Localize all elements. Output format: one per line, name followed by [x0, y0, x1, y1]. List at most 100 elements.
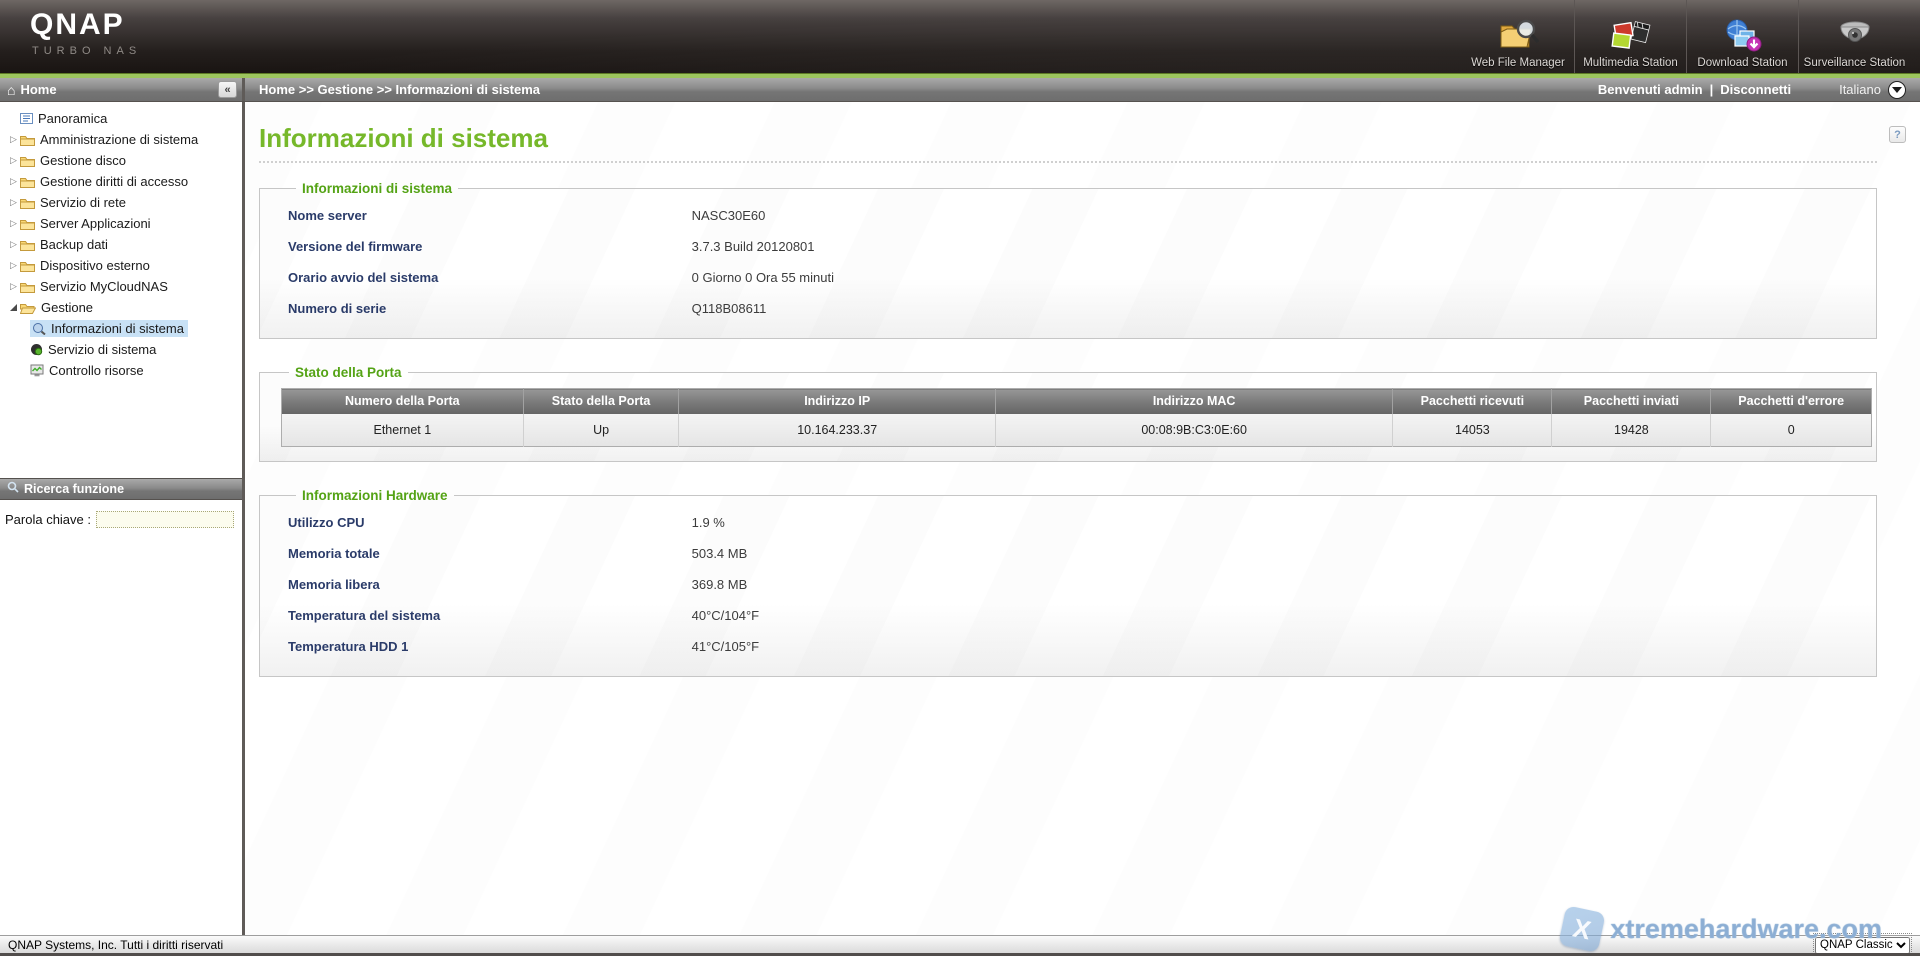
info-value: 3.7.3 Build 20120801 [692, 239, 815, 254]
expand-arrow-icon[interactable]: ▷ [7, 218, 20, 229]
info-label: Temperatura HDD 1 [288, 631, 688, 662]
footer-dark-strip [0, 953, 1920, 956]
station-web-file-manager[interactable]: Web File Manager [1462, 0, 1574, 73]
system-service-icon [30, 343, 43, 356]
section-legend: Informazioni di sistema [296, 181, 458, 196]
info-row: Numero di serie Q118B08611 [288, 293, 1870, 324]
folder-icon [20, 218, 35, 230]
station-surveillance[interactable]: Surveillance Station [1798, 0, 1910, 73]
sidebar-item-label: Server Applicazioni [40, 216, 151, 231]
collapse-arrow-icon[interactable] [7, 304, 20, 311]
column-header: Pacchetti inviati [1552, 389, 1711, 414]
system-info-section: Informazioni di sistema Nome server NASC… [259, 181, 1877, 339]
language-label: Italiano [1839, 82, 1881, 97]
info-row: Versione del firmware 3.7.3 Build 201208… [288, 231, 1870, 262]
home-icon: ⌂ [7, 83, 15, 97]
sidebar-item-amministrazione-di-sistema[interactable]: ▷ Amministrazione di sistema [0, 129, 242, 150]
expand-arrow-icon[interactable]: ▷ [7, 176, 20, 187]
column-header: Pacchetti ricevuti [1393, 389, 1552, 414]
column-header: Pacchetti d'errore [1711, 389, 1872, 414]
sidebar-collapse-button[interactable]: « [218, 81, 237, 98]
info-label: Orario avvio del sistema [288, 262, 688, 293]
sidebar-item-panoramica[interactable]: Panoramica [0, 108, 242, 129]
station-label: Web File Manager [1471, 57, 1565, 69]
sidebar-item-gestione-diritti-di-accesso[interactable]: ▷ Gestione diritti di accesso [0, 171, 242, 192]
sidebar-item-gestione-disco[interactable]: ▷ Gestione disco [0, 150, 242, 171]
station-shortcuts: Web File Manager Multimedi [1462, 0, 1910, 73]
sidebar-item-label: Gestione disco [40, 153, 126, 168]
info-value: 369.8 MB [692, 577, 748, 592]
info-row: Nome server NASC30E60 [288, 200, 1870, 231]
sidebar-item-label: Controllo risorse [49, 363, 144, 378]
page-title: Informazioni di sistema [259, 123, 1877, 154]
info-label: Temperatura del sistema [288, 600, 688, 631]
sidebar-item-backup-dati[interactable]: ▷ Backup dati [0, 234, 242, 255]
table-header-row: Numero della Porta Stato della Porta Ind… [282, 389, 1872, 414]
expand-arrow-icon[interactable]: ▷ [7, 197, 20, 208]
breadcrumb-separator: | [1710, 82, 1714, 97]
sidebar-title: Home [20, 82, 56, 97]
theme-select[interactable]: QNAP Classic [1815, 937, 1910, 954]
keyword-label: Parola chiave : [5, 512, 91, 527]
table-cell: 0 [1711, 414, 1872, 447]
sidebar-item-server-applicazioni[interactable]: ▷ Server Applicazioni [0, 213, 242, 234]
expand-arrow-icon[interactable]: ▷ [7, 134, 20, 145]
station-label: Multimedia Station [1583, 57, 1678, 69]
folder-icon [20, 281, 35, 293]
breadcrumb: Home >> Gestione >> Informazioni di sist… [259, 82, 540, 97]
station-multimedia[interactable]: Multimedia Station [1574, 0, 1686, 73]
folder-icon [20, 155, 35, 167]
sidebar-item-servizio-di-sistema[interactable]: Servizio di sistema [0, 339, 242, 360]
sidebar-item-servizio-mycloudnas[interactable]: ▷ Servizio MyCloudNAS [0, 276, 242, 297]
expand-arrow-icon[interactable]: ▷ [7, 281, 20, 292]
logout-link[interactable]: Disconnetti [1720, 82, 1791, 97]
folder-icon [20, 260, 35, 272]
sidebar-item-label: Servizio MyCloudNAS [40, 279, 168, 294]
sidebar-item-informazioni-di-sistema[interactable]: Informazioni di sistema [0, 318, 242, 339]
table-cell: 10.164.233.37 [679, 414, 995, 447]
station-label: Surveillance Station [1804, 57, 1906, 69]
resource-monitor-icon [30, 364, 44, 377]
sidebar-item-controllo-risorse[interactable]: Controllo risorse [0, 360, 242, 381]
main-content: Informazioni di sistema ? Informazioni d… [245, 102, 1920, 935]
info-row: Utilizzo CPU 1.9 % [288, 507, 1870, 538]
column-header: Indirizzo IP [679, 389, 995, 414]
folder-icon [20, 197, 35, 209]
sidebar: Panoramica ▷ Amministrazione di sistema … [0, 102, 242, 935]
sidebar-item-gestione[interactable]: Gestione [0, 297, 242, 318]
chevron-down-icon [1892, 87, 1902, 93]
table-cell: 00:08:9B:C3:0E:60 [995, 414, 1393, 447]
expand-arrow-icon[interactable]: ▷ [7, 155, 20, 166]
welcome-text: Benvenuti admin [1598, 82, 1703, 97]
info-value: 40°C/104°F [692, 608, 760, 623]
system-info-icon [32, 322, 46, 335]
expand-arrow-icon[interactable]: ▷ [7, 239, 20, 250]
sidebar-item-dispositivo-esterno[interactable]: ▷ Dispositivo esterno [0, 255, 242, 276]
info-row: Temperatura HDD 1 41°C/105°F [288, 631, 1870, 662]
info-value: 41°C/105°F [692, 639, 760, 654]
sidebar-item-label: Informazioni di sistema [51, 321, 184, 336]
multimedia-station-icon [1610, 15, 1652, 57]
language-dropdown-button[interactable] [1888, 81, 1906, 99]
table-cell: Up [523, 414, 679, 447]
surveillance-station-icon [1834, 15, 1876, 57]
help-icon[interactable]: ? [1889, 126, 1906, 143]
station-label: Download Station [1697, 57, 1787, 69]
search-icon [7, 480, 19, 498]
keyword-input[interactable] [96, 511, 234, 528]
info-value: 503.4 MB [692, 546, 748, 561]
qnap-admin-page: QNAP Turbo NAS Web File Manager [0, 0, 1920, 961]
info-value: 0 Giorno 0 Ora 55 minuti [692, 270, 834, 285]
column-header: Numero della Porta [282, 389, 524, 414]
qnap-logo-text: QNAP [30, 8, 141, 42]
sidebar-item-label: Amministrazione di sistema [40, 132, 198, 147]
sidebar-item-servizio-di-rete[interactable]: ▷ Servizio di rete [0, 192, 242, 213]
function-search-header: Ricerca funzione [0, 478, 242, 500]
sidebar-item-label: Dispositivo esterno [40, 258, 150, 273]
qnap-logo: QNAP Turbo NAS [30, 8, 141, 57]
expand-arrow-icon[interactable]: ▷ [7, 260, 20, 271]
info-value: NASC30E60 [692, 208, 766, 223]
table-cell: 19428 [1552, 414, 1711, 447]
station-download[interactable]: Download Station [1686, 0, 1798, 73]
turbo-nas-subtitle: Turbo NAS [30, 45, 141, 57]
